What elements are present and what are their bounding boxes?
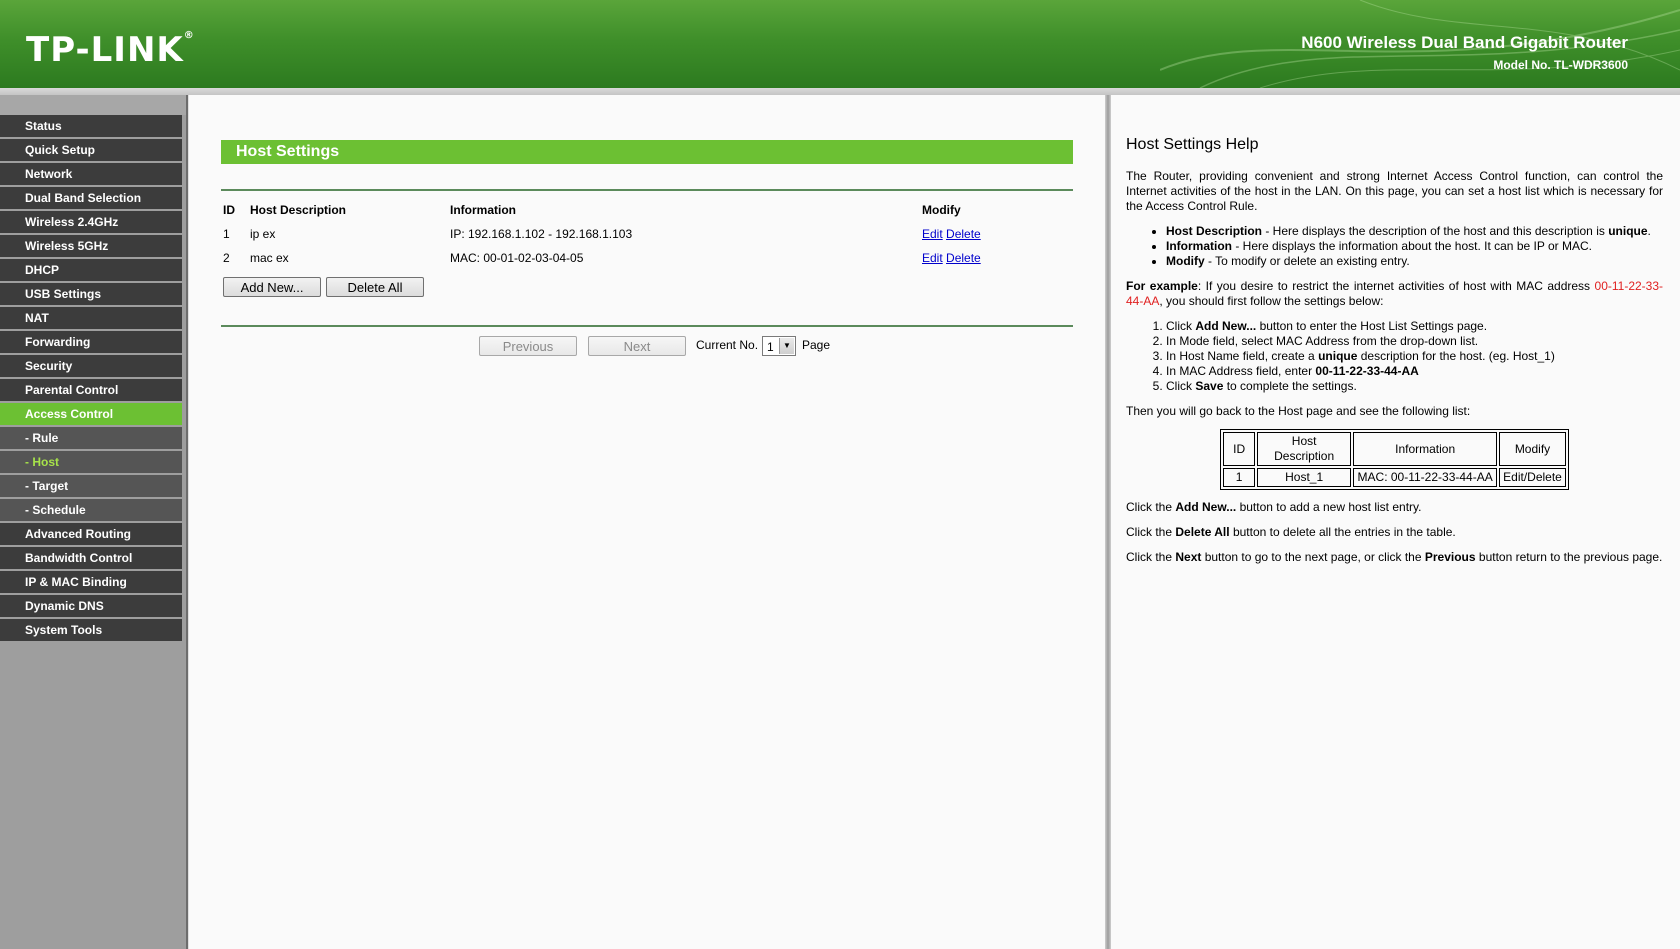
row-modify: Edit Delete (922, 222, 1072, 246)
add-new-button[interactable]: Add New... (223, 277, 321, 297)
column-header-id: ID (223, 203, 235, 217)
header-divider (0, 88, 1680, 95)
sidebar-item-bandwidth-control[interactable]: Bandwidth Control (0, 547, 182, 569)
help-step: In Host Name field, create a unique desc… (1166, 349, 1663, 364)
help-panel: Host Settings Help The Router, providing… (1111, 95, 1680, 949)
sidebar-item-dynamic-dns[interactable]: Dynamic DNS (0, 595, 182, 617)
help-bullet-list: Host Description - Here displays the des… (1126, 224, 1663, 269)
example-header-modify: Modify (1499, 432, 1566, 466)
table-row: 2 mac ex MAC: 00-01-02-03-04-05 Edit Del… (221, 246, 1072, 270)
help-step: In MAC Address field, enter 00-11-22-33-… (1166, 364, 1663, 379)
help-title: Host Settings Help (1126, 136, 1259, 153)
sidebar-item-dhcp[interactable]: DHCP (0, 259, 182, 281)
example-cell-description: Host_1 (1257, 468, 1352, 487)
example-header-description: Host Description (1257, 432, 1352, 466)
sidebar-subitem-rule[interactable]: - Rule (0, 427, 182, 449)
table-header-row: ID Host Description Information Modify (221, 198, 1072, 222)
row-id: 2 (223, 251, 230, 265)
help-bullet: Host Description - Here displays the des… (1166, 224, 1663, 239)
edit-link[interactable]: Edit (922, 251, 943, 265)
sidebar-item-access-control[interactable]: Access Control (0, 403, 182, 425)
help-step: Click Add New... button to enter the Hos… (1166, 319, 1663, 334)
help-steps: Click Add New... button to enter the Hos… (1126, 319, 1663, 394)
row-information: MAC: 00-01-02-03-04-05 (450, 251, 584, 265)
column-header-information: Information (450, 203, 516, 217)
sidebar-item-usb-settings[interactable]: USB Settings (0, 283, 182, 305)
product-name: N600 Wireless Dual Band Gigabit Router (1301, 33, 1628, 52)
example-cell-information: MAC: 00-11-22-33-44-AA (1353, 468, 1498, 487)
chevron-down-icon: ▼ (779, 338, 794, 354)
row-information: IP: 192.168.1.102 - 192.168.1.103 (450, 227, 633, 241)
tp-link-logo: TP-LINK® (26, 30, 195, 70)
help-bullet: Information - Here displays the informat… (1166, 239, 1663, 254)
delete-all-button[interactable]: Delete All (326, 277, 424, 297)
sidebar-item-wireless-24ghz[interactable]: Wireless 2.4GHz (0, 211, 182, 233)
delete-link[interactable]: Delete (946, 227, 981, 241)
page-select[interactable]: 1 ▼ (762, 336, 796, 356)
sidebar-item-quick-setup[interactable]: Quick Setup (0, 139, 182, 161)
help-example: For example: If you desire to restrict t… (1126, 279, 1663, 308)
sidebar-item-network[interactable]: Network (0, 163, 182, 185)
sidebar-menu: Status Quick Setup Network Dual Band Sel… (0, 95, 188, 949)
edit-link[interactable]: Edit (922, 227, 943, 241)
help-bullet: Modify - To modify or delete an existing… (1166, 254, 1663, 269)
sidebar-subitem-host[interactable]: - Host (0, 451, 182, 473)
page-select-value: 1 (767, 340, 774, 354)
model-number: Model No. TL-WDR3600 (1493, 58, 1628, 72)
page-title: Host Settings (221, 140, 1073, 164)
help-example-table: ID Host Description Information Modify 1… (1220, 429, 1569, 490)
help-intro: The Router, providing convenient and str… (1126, 169, 1663, 213)
example-cell-modify: Edit/Delete (1499, 468, 1566, 487)
current-no-label: Current No. (696, 338, 759, 352)
page-label: Page (802, 338, 831, 352)
help-nav-note: Click the Next button to go to the next … (1126, 550, 1663, 564)
sidebar-item-parental-control[interactable]: Parental Control (0, 379, 182, 401)
help-step: In Mode field, select MAC Address from t… (1166, 334, 1663, 349)
help-delete-note: Click the Delete All button to delete al… (1126, 525, 1456, 539)
top-divider (221, 189, 1073, 191)
sidebar-item-dual-band-selection[interactable]: Dual Band Selection (0, 187, 182, 209)
sidebar-item-forwarding[interactable]: Forwarding (0, 331, 182, 353)
sidebar-item-status[interactable]: Status (0, 115, 182, 137)
example-header-id: ID (1223, 432, 1256, 466)
help-step: Click Save to complete the settings. (1166, 379, 1663, 394)
example-cell-id: 1 (1223, 468, 1256, 487)
column-header-description: Host Description (250, 203, 347, 217)
column-header-modify: Modify (922, 203, 961, 217)
row-modify: Edit Delete (922, 246, 1072, 270)
example-header-information: Information (1353, 432, 1498, 466)
sidebar-item-nat[interactable]: NAT (0, 307, 182, 329)
sidebar-subitem-target[interactable]: - Target (0, 475, 182, 497)
sidebar-subitem-schedule[interactable]: - Schedule (0, 499, 182, 521)
row-description: ip ex (250, 227, 276, 241)
row-description: mac ex (250, 251, 289, 265)
main-panel: Host Settings ID Host Description Inform… (188, 95, 1106, 949)
sidebar-item-wireless-5ghz[interactable]: Wireless 5GHz (0, 235, 182, 257)
bottom-divider (221, 325, 1073, 327)
sidebar-item-system-tools[interactable]: System Tools (0, 619, 182, 641)
previous-button[interactable]: Previous (479, 336, 577, 356)
sidebar-item-security[interactable]: Security (0, 355, 182, 377)
host-table: ID Host Description Information Modify 1… (221, 198, 1072, 270)
sidebar-item-ip-mac-binding[interactable]: IP & MAC Binding (0, 571, 182, 593)
help-then: Then you will go back to the Host page a… (1126, 404, 1471, 418)
help-add-note: Click the Add New... button to add a new… (1126, 500, 1422, 514)
header-banner: TP-LINK® N600 Wireless Dual Band Gigabit… (0, 0, 1680, 88)
delete-link[interactable]: Delete (946, 251, 981, 265)
sidebar-top-strip (0, 95, 186, 115)
next-button[interactable]: Next (588, 336, 686, 356)
sidebar-item-advanced-routing[interactable]: Advanced Routing (0, 523, 182, 545)
table-row: 1 ip ex IP: 192.168.1.102 - 192.168.1.10… (221, 222, 1072, 246)
row-id: 1 (223, 227, 230, 241)
